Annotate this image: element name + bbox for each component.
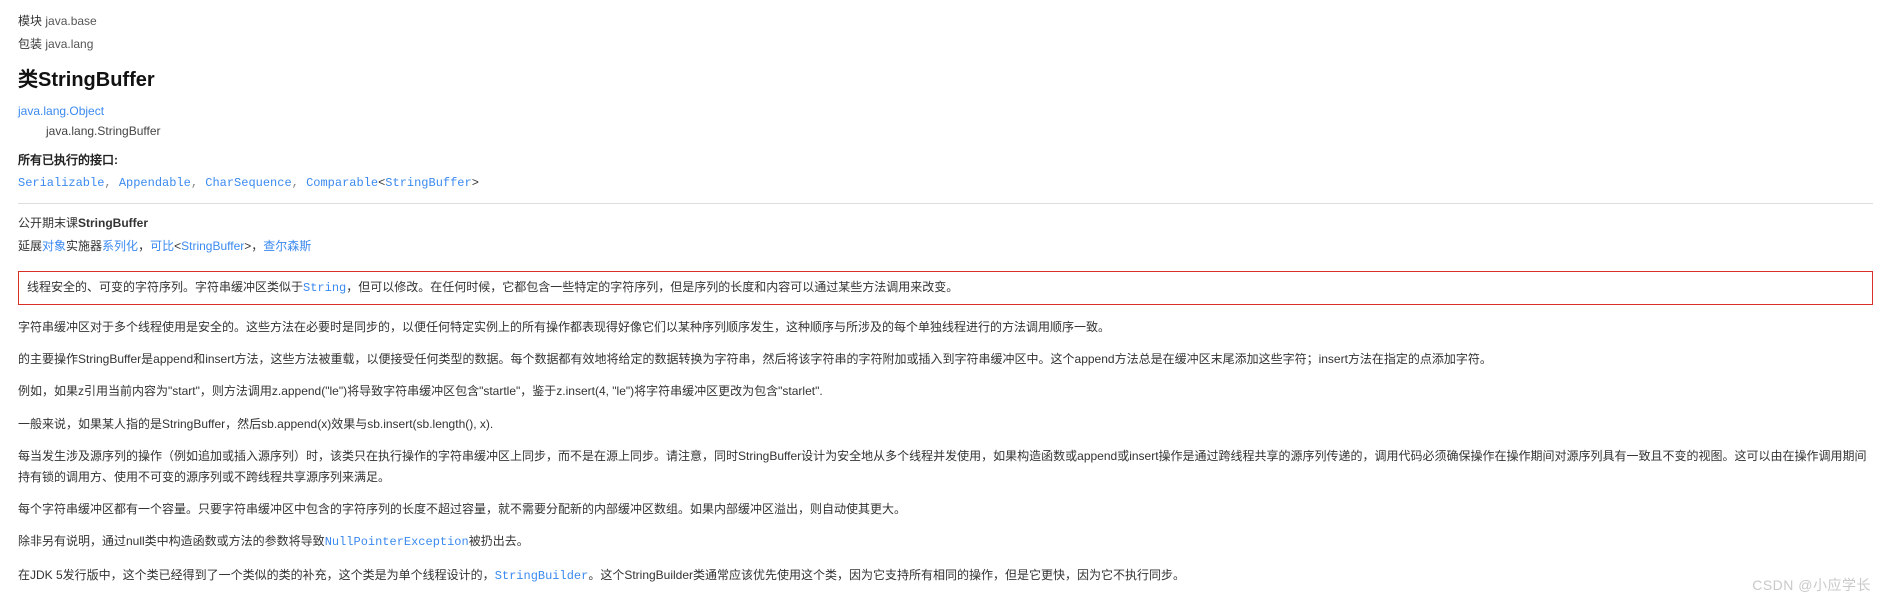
iface-comparable-link[interactable]: Comparable [306, 176, 378, 190]
title-classname: StringBuffer [38, 69, 155, 91]
package-value: java.lang [45, 37, 93, 51]
iface-charsequence-link[interactable]: CharSequence [205, 176, 291, 190]
separator: , [104, 176, 118, 190]
page-title: 类StringBuffer [18, 64, 1873, 96]
npe-link[interactable]: NullPointerException [325, 535, 469, 549]
iface-serializable-link[interactable]: Serializable [18, 176, 104, 190]
paragraph-jdk5: 在JDK 5发行版中，这个类已经得到了一个类似的类的补充，这个类是为单个线程设计… [18, 565, 1873, 586]
extends-object-link[interactable]: 对象 [42, 239, 66, 253]
paragraph-general: 一般来说，如果某人指的是StringBuffer，然后sb.append(x)效… [18, 414, 1873, 434]
separator: ， [251, 239, 263, 253]
class-declaration: 公开期末课StringBuffer [18, 214, 1873, 233]
paragraph-example: 例如，如果z引用当前内容为"start"，则方法调用z.append("le")… [18, 381, 1873, 401]
paragraph-main-ops: 的主要操作StringBuffer是append和insert方法，这些方法被重… [18, 349, 1873, 369]
module-value: java.base [45, 14, 96, 28]
impl-label: 实施器 [66, 239, 102, 253]
string-class-link[interactable]: String [303, 281, 346, 295]
separator: , [292, 176, 306, 190]
paragraph-null: 除非另有说明，通过null类中构造函数或方法的参数将导致NullPointerE… [18, 531, 1873, 552]
module-label: 模块 [18, 14, 42, 28]
null-text-a: 除非另有说明，通过null类中构造函数或方法的参数将导致 [18, 534, 325, 548]
implemented-interfaces-list: Serializable, Appendable, CharSequence, … [18, 174, 1873, 193]
extends-label: 延展 [18, 239, 42, 253]
summary-text-1: 线程安全的、可变的字符序列。字符串缓冲区类似于 [27, 280, 303, 294]
separator: , [191, 176, 205, 190]
paragraph-source-seq: 每当发生涉及源序列的操作（例如追加或插入源序列）时，该类只在执行操作的字符串缓冲… [18, 446, 1873, 487]
inheritance-root-link[interactable]: java.lang.Object [18, 104, 104, 118]
implemented-interfaces-label: 所有已执行的接口: [18, 151, 1873, 170]
null-text-b: 被扔出去。 [469, 534, 529, 548]
title-prefix: 类 [18, 69, 38, 91]
decl-prefix: 公开期末课 [18, 216, 78, 230]
impl-comparable-link[interactable]: 可比 [150, 239, 174, 253]
stringbuilder-link[interactable]: StringBuilder [495, 569, 589, 583]
impl-comparable-arg-link[interactable]: StringBuffer [181, 239, 244, 253]
summary-text-2: ，但可以修改。在任何时候，它都包含一些特定的字符序列，但是序列的长度和内容可以通… [346, 280, 958, 294]
jdk5-text-b: 。这个StringBuilder类通常应该优先使用这个类，因为它支持所有相同的操… [588, 568, 1185, 582]
inheritance-leaf: java.lang.StringBuffer [46, 122, 1873, 141]
paragraph-thread-safe: 字符串缓冲区对于多个线程使用是安全的。这些方法在必要时是同步的，以便任何特定实例… [18, 317, 1873, 337]
iface-comparable-arg-link[interactable]: StringBuffer [385, 176, 471, 190]
package-label: 包装 [18, 37, 42, 51]
module-line: 模块 java.base [18, 12, 1873, 31]
bracket: > [472, 176, 479, 190]
paragraph-capacity: 每个字符串缓冲区都有一个容量。只要字符串缓冲区中包含的字符序列的长度不超过容量，… [18, 499, 1873, 519]
divider [18, 203, 1873, 204]
highlighted-summary-box: 线程安全的、可变的字符序列。字符串缓冲区类似于String，但可以修改。在任何时… [18, 271, 1873, 305]
package-line: 包装 java.lang [18, 35, 1873, 54]
separator: ， [138, 239, 150, 253]
impl-charsequence-link[interactable]: 查尔森斯 [263, 239, 311, 253]
iface-appendable-link[interactable]: Appendable [119, 176, 191, 190]
impl-serializable-link[interactable]: 系列化 [102, 239, 138, 253]
extends-implements-line: 延展对象实施器系列化，可比<StringBuffer>，查尔森斯 [18, 237, 1873, 256]
inheritance-tree: java.lang.Object java.lang.StringBuffer [18, 102, 1873, 140]
jdk5-text-a: 在JDK 5发行版中，这个类已经得到了一个类似的类的补充，这个类是为单个线程设计… [18, 568, 495, 582]
decl-classname: StringBuffer [78, 216, 148, 230]
